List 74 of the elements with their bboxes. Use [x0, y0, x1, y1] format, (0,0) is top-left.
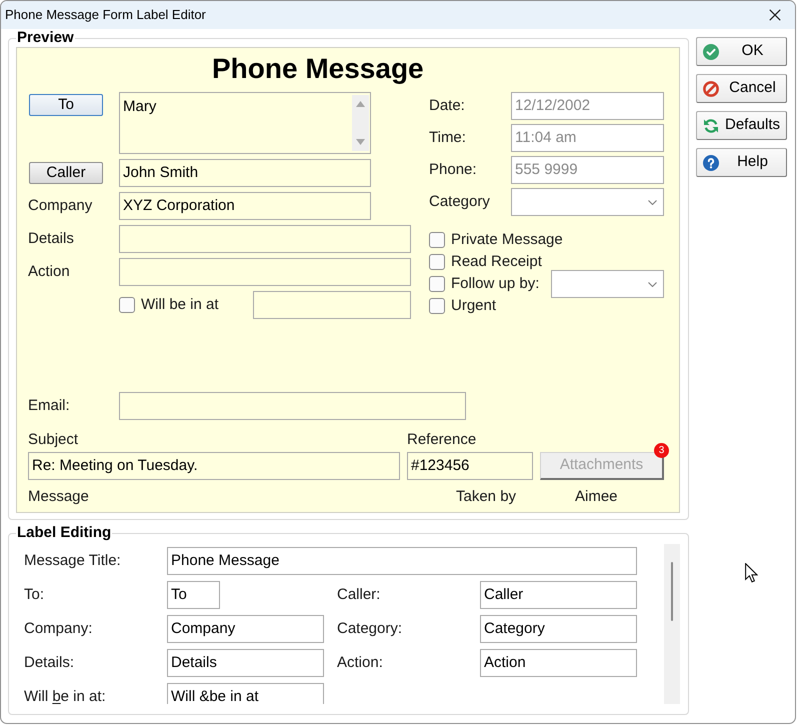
- field-label: Action:: [337, 654, 383, 671]
- checkbox[interactable]: [119, 297, 135, 313]
- group-caption: Preview: [16, 29, 75, 47]
- help-icon: [703, 154, 719, 170]
- checkbox-label: Read Receipt: [451, 252, 542, 272]
- label-text-field[interactable]: Phone Message: [167, 547, 637, 575]
- follow-up-dropdown[interactable]: [551, 270, 664, 298]
- will-be-in-at-field[interactable]: [253, 291, 411, 319]
- label-text-field[interactable]: To: [167, 581, 220, 609]
- field-label: Company:: [24, 620, 92, 637]
- recipient-field[interactable]: Mary: [119, 92, 371, 154]
- refresh-icon: [703, 118, 719, 134]
- ok-button[interactable]: OK: [696, 37, 787, 66]
- field-label: Time:: [429, 128, 466, 146]
- field-label: Caller:: [337, 586, 380, 603]
- label-text-field[interactable]: Caller: [480, 581, 637, 609]
- checkbox[interactable]: [429, 254, 445, 270]
- scroll-up-icon[interactable]: [356, 101, 365, 107]
- checkbox[interactable]: [429, 276, 445, 292]
- checkbox-label: Will be in at: [141, 294, 219, 315]
- field-label: Message: [28, 488, 89, 505]
- close-icon: [769, 9, 781, 21]
- form-title: Phone Message: [212, 52, 424, 86]
- subject-field[interactable]: Re: Meeting on Tuesday.: [28, 452, 400, 480]
- checkbox-label: Follow up by:: [451, 274, 540, 294]
- scrollbar-track[interactable]: [664, 544, 680, 704]
- field-label: Category:: [337, 620, 402, 637]
- label-text-field[interactable]: Company: [167, 615, 324, 643]
- cancel-button[interactable]: Cancel: [696, 74, 787, 103]
- reference-field[interactable]: #123456: [407, 452, 533, 480]
- details-field[interactable]: [119, 225, 411, 253]
- field-label: Taken by: [456, 488, 516, 505]
- checkbox-label: Urgent: [451, 296, 496, 316]
- label-text-field[interactable]: Will &be in at: [167, 683, 324, 704]
- field-label: Company: [28, 196, 92, 214]
- checkbox[interactable]: [429, 298, 445, 314]
- chevron-down-icon: [648, 200, 657, 204]
- label-text-field[interactable]: Category: [480, 615, 637, 643]
- field-label: Email:: [28, 396, 70, 414]
- checkbox[interactable]: [429, 232, 445, 248]
- field-label: Details:: [24, 654, 74, 671]
- label-text-field[interactable]: Details: [167, 649, 324, 677]
- mouse-pointer-icon: [745, 563, 758, 583]
- caller-button[interactable]: Caller: [29, 162, 103, 184]
- field-label: Message Title:: [24, 552, 121, 569]
- prohibited-icon: [703, 80, 719, 96]
- field-label: To:: [24, 586, 44, 603]
- field-label: Details: [28, 230, 74, 247]
- help-button[interactable]: Help: [696, 148, 787, 177]
- field-label: Action: [28, 262, 70, 280]
- action-field[interactable]: [119, 258, 411, 286]
- field-label: Phone:: [429, 160, 477, 178]
- count-badge: 3: [654, 443, 669, 458]
- group-caption: Label Editing: [16, 524, 112, 542]
- scrollbar[interactable]: [352, 95, 369, 151]
- scrollbar-thumb[interactable]: [671, 562, 673, 621]
- scroll-down-icon[interactable]: [356, 139, 365, 145]
- to-button[interactable]: To: [29, 94, 103, 116]
- field-label: Category: [429, 192, 490, 210]
- field-label: Date:: [429, 96, 465, 114]
- field-label: Subject: [28, 430, 78, 448]
- check-circle-icon: [703, 44, 719, 60]
- field-label: Aimee: [575, 488, 618, 505]
- category-dropdown[interactable]: [511, 188, 664, 216]
- field-label: Will be in at:: [24, 688, 106, 704]
- defaults-button[interactable]: Defaults: [696, 111, 787, 140]
- organization-field[interactable]: XYZ Corporation: [119, 192, 371, 220]
- checkbox-label: Private Message: [451, 230, 563, 250]
- field-label: Reference: [407, 430, 476, 448]
- chevron-down-icon: [648, 282, 657, 286]
- window-title: Phone Message Form Label Editor: [4, 6, 206, 24]
- name-field[interactable]: John Smith: [119, 159, 371, 187]
- email-field[interactable]: [119, 392, 466, 420]
- label-text-field[interactable]: Action: [480, 649, 637, 677]
